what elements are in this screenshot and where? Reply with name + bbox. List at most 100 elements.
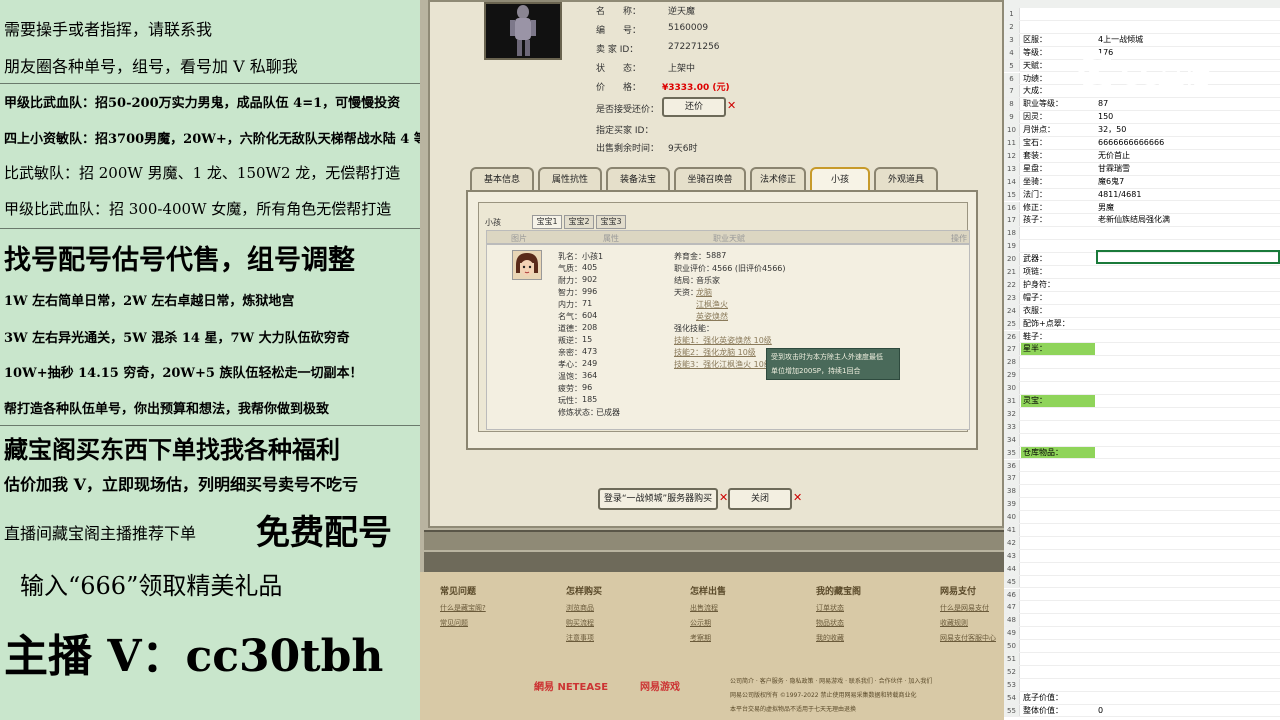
sheet-cell-label[interactable] xyxy=(1021,382,1095,394)
sheet-cell-label[interactable]: 衣服： xyxy=(1021,305,1095,317)
sheet-cell-value[interactable] xyxy=(1096,356,1276,368)
footer-link[interactable]: 订单状态 xyxy=(816,603,926,613)
sheet-cell-label[interactable] xyxy=(1021,434,1095,446)
sheet-cell-label[interactable] xyxy=(1021,563,1095,575)
tab-baby-3[interactable]: 宝宝3 xyxy=(596,215,626,229)
sheet-cell-value[interactable]: 4811/4681 xyxy=(1096,189,1276,201)
sheet-cell-value[interactable] xyxy=(1096,318,1276,330)
footer-link[interactable]: 浏览商品 xyxy=(566,603,676,613)
sheet-cell-label[interactable]: 星半： xyxy=(1021,343,1095,356)
login-server-purchase-button[interactable]: 登录“一战倾城”服务器购买 xyxy=(598,488,718,510)
sheet-cell-value[interactable]: 150 xyxy=(1096,111,1276,123)
dialog-scrollbar[interactable] xyxy=(424,552,1004,572)
tab-attributes[interactable]: 属性抗性 xyxy=(538,167,602,191)
sheet-cell-label[interactable]: 鞋子： xyxy=(1021,331,1095,343)
footer-link[interactable]: 我的收藏 xyxy=(816,633,926,643)
tab-spell-correction[interactable]: 法术修正 xyxy=(750,167,806,191)
sheet-cell-value[interactable]: 87 xyxy=(1096,98,1276,110)
sheet-cell-label[interactable]: 整体价值： xyxy=(1021,705,1095,717)
close-button[interactable]: 关闭 xyxy=(728,488,792,510)
sheet-cell-label[interactable]: 帽子： xyxy=(1021,292,1095,304)
sheet-cell-label[interactable] xyxy=(1021,653,1095,665)
sheet-cell-value[interactable] xyxy=(1096,692,1276,704)
sheet-cell-label[interactable]: 区服： xyxy=(1021,34,1095,46)
footer-link[interactable]: 考察期 xyxy=(690,633,800,643)
sheet-cell-label[interactable]: 孩子： xyxy=(1021,214,1095,226)
sheet-cell-value[interactable] xyxy=(1096,382,1276,394)
sheet-cell-label[interactable]: 修正： xyxy=(1021,202,1095,214)
footer-link[interactable]: 什么是藏宝阁? xyxy=(440,603,550,613)
sheet-cell-label[interactable] xyxy=(1021,550,1095,562)
sheet-cell-value[interactable] xyxy=(1096,679,1276,691)
sheet-cell-value[interactable] xyxy=(1096,369,1276,381)
sheet-cell-label[interactable]: 套装： xyxy=(1021,150,1095,162)
sheet-cell-value[interactable] xyxy=(1096,485,1276,497)
sheet-cell-value[interactable] xyxy=(1096,292,1276,304)
sheet-cell-label[interactable] xyxy=(1021,601,1095,613)
sheet-cell-value[interactable] xyxy=(1096,666,1276,678)
sheet-cell-label[interactable]: 仓库物品： xyxy=(1021,446,1095,459)
sheet-cell-value[interactable] xyxy=(1096,408,1276,420)
sheet-cell-label[interactable] xyxy=(1021,511,1095,523)
sheet-cell-value[interactable] xyxy=(1096,601,1276,613)
sheet-cell-value[interactable] xyxy=(1096,227,1276,239)
talent-link[interactable]: 江枫渔火 xyxy=(696,299,728,310)
tab-mounts-pets[interactable]: 坐骑召唤兽 xyxy=(674,167,746,191)
bargain-button[interactable]: 还价 xyxy=(662,97,726,117)
sheet-cell-value[interactable]: 男魔 xyxy=(1096,202,1276,214)
sheet-cell-value[interactable]: 6666666666666 xyxy=(1096,137,1276,149)
sheet-cell-value[interactable] xyxy=(1096,550,1276,562)
footer-link[interactable]: 网易支付客服中心 xyxy=(940,633,1004,643)
sheet-cell-label[interactable] xyxy=(1021,679,1095,691)
sheet-cell-label[interactable] xyxy=(1021,524,1095,536)
sheet-cell-label[interactable] xyxy=(1021,576,1095,588)
sheet-cell-label[interactable] xyxy=(1021,627,1095,639)
sheet-cell-label[interactable]: 星盘： xyxy=(1021,163,1095,175)
sheet-cell-value[interactable] xyxy=(1096,589,1276,601)
sheet-cell-label[interactable] xyxy=(1021,640,1095,652)
sheet-cell-value[interactable]: 无价首止 xyxy=(1096,150,1276,162)
footer-link[interactable]: 物品状态 xyxy=(816,618,926,628)
sheet-cell-label[interactable]: 职业等级： xyxy=(1021,98,1095,110)
sheet-cell-label[interactable] xyxy=(1021,227,1095,239)
tab-baby-2[interactable]: 宝宝2 xyxy=(564,215,594,229)
sheet-cell-label[interactable]: 灵宝： xyxy=(1021,395,1095,407)
sheet-cell-value[interactable] xyxy=(1096,576,1276,588)
skill-link[interactable]: 技能2：强化龙脑 10级 xyxy=(674,347,756,358)
sheet-cell-label[interactable] xyxy=(1021,472,1095,484)
sheet-cell-label[interactable] xyxy=(1021,666,1095,678)
sheet-cell-label[interactable] xyxy=(1021,421,1095,433)
sheet-cell-label[interactable]: 法门： xyxy=(1021,189,1095,201)
sheet-cell-value[interactable]: 32，50 xyxy=(1096,124,1276,136)
footer-link[interactable]: 什么是网易支付 xyxy=(940,603,1004,613)
sheet-cell-value[interactable] xyxy=(1096,21,1276,33)
sheet-cell-value[interactable] xyxy=(1096,537,1276,549)
sheet-cell-label[interactable] xyxy=(1021,537,1095,549)
sheet-cell-label[interactable] xyxy=(1021,460,1095,472)
skill-link[interactable]: 技能1：强化英姿焕然 10级 xyxy=(674,335,772,346)
sheet-cell-label[interactable] xyxy=(1021,589,1095,601)
sheet-cell-label[interactable]: 宝石： xyxy=(1021,137,1095,149)
sheet-cell-label[interactable]: 武器： xyxy=(1021,253,1095,265)
sheet-cell-value[interactable]: 甘霖瑞雪 xyxy=(1096,163,1276,175)
tab-basic-info[interactable]: 基本信息 xyxy=(470,167,534,191)
selected-cell[interactable] xyxy=(1096,250,1280,264)
footer-link[interactable]: 出售流程 xyxy=(690,603,800,613)
sheet-cell-value[interactable] xyxy=(1096,421,1276,433)
sheet-cell-value[interactable] xyxy=(1096,524,1276,536)
footer-link[interactable]: 注意事项 xyxy=(566,633,676,643)
sheet-cell-value[interactable] xyxy=(1096,8,1276,20)
footer-link[interactable]: 常见问题 xyxy=(440,618,550,628)
footer-link[interactable]: 收藏规则 xyxy=(940,618,1004,628)
sheet-cell-label[interactable] xyxy=(1021,8,1095,20)
sheet-cell-value[interactable] xyxy=(1096,460,1276,472)
talent-link[interactable]: 龙脑 xyxy=(696,287,712,298)
sheet-cell-value[interactable] xyxy=(1096,472,1276,484)
skill-link[interactable]: 技能3：强化江枫渔火 10级 xyxy=(674,359,772,370)
sheet-cell-value[interactable] xyxy=(1096,434,1276,446)
sheet-cell-value[interactable] xyxy=(1096,395,1276,407)
sheet-cell-value[interactable] xyxy=(1096,511,1276,523)
sheet-cell-label[interactable]: 因灵： xyxy=(1021,111,1095,123)
sheet-cell-value[interactable] xyxy=(1096,305,1276,317)
sheet-cell-label[interactable]: 项链： xyxy=(1021,266,1095,278)
